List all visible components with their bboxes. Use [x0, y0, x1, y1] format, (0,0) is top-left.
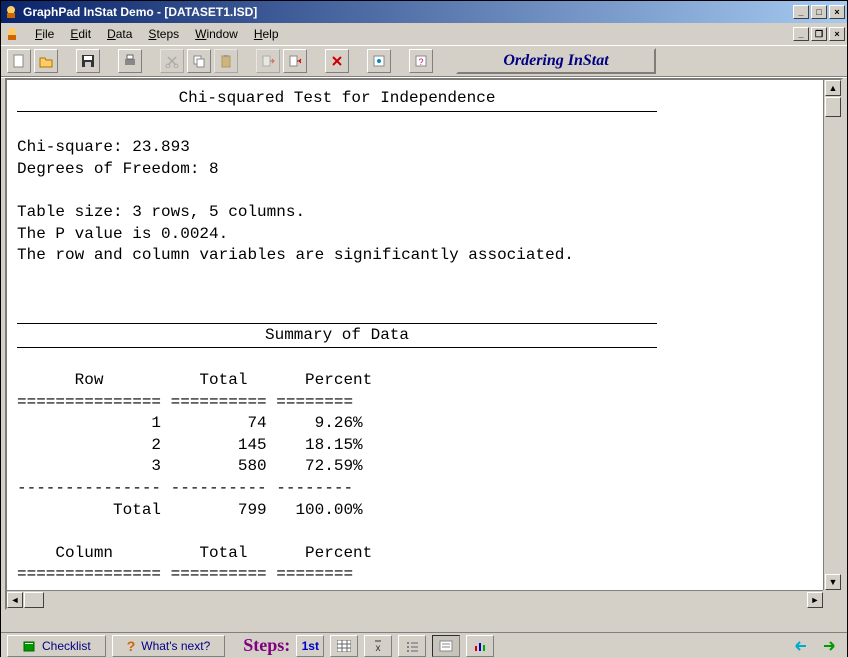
scroll-corner	[823, 590, 841, 608]
results-icon	[439, 640, 453, 652]
next-step-button[interactable]	[817, 636, 841, 656]
window-controls: _ □ ×	[793, 5, 845, 19]
list-icon	[405, 640, 419, 652]
menu-help[interactable]: Help	[246, 25, 287, 43]
new-button[interactable]	[7, 49, 31, 73]
scroll-down-button[interactable]: ▼	[825, 574, 841, 590]
results-pane: Chi-squared Test for Independence Chi-sq…	[5, 78, 843, 610]
association-line: The row and column variables are signifi…	[17, 246, 574, 264]
save-button[interactable]	[76, 49, 100, 73]
checklist-label: Checklist	[42, 639, 91, 653]
options-button[interactable]	[367, 49, 391, 73]
row-header: Row Total Percent	[17, 371, 372, 389]
scroll-thumb-h[interactable]	[24, 592, 44, 608]
row-rule-mid: --------------- ---------- --------	[17, 479, 353, 497]
import-button[interactable]	[256, 49, 280, 73]
app-icon	[3, 4, 19, 20]
arrow-right-icon	[820, 639, 838, 653]
mdi-restore-button[interactable]: ❐	[811, 27, 827, 41]
section-title-summary: Summary of Data	[17, 323, 657, 349]
mdi-minimize-button[interactable]: _	[793, 27, 809, 41]
vertical-scrollbar[interactable]: ▲ ▼	[823, 80, 841, 590]
row-rule-top: =============== ========== ========	[17, 393, 353, 411]
question-icon: ?	[127, 638, 136, 654]
mdi-close-button[interactable]: ×	[829, 27, 845, 41]
col-header: Column Total Percent	[17, 544, 372, 562]
mdi-controls: _ ❐ ×	[793, 27, 845, 41]
svg-text:x: x	[376, 643, 381, 652]
grid-icon	[337, 640, 351, 652]
window-title: GraphPad InStat Demo - [DATASET1.ISD]	[23, 5, 793, 19]
section-title-chi: Chi-squared Test for Independence	[17, 88, 657, 112]
col-rule: =============== ========== ========	[17, 565, 353, 583]
delete-button[interactable]	[325, 49, 349, 73]
row-data-2: 2 145 18.15%	[17, 436, 363, 454]
horizontal-scrollbar[interactable]: ◄ ►	[7, 590, 823, 608]
steps-label: Steps:	[243, 635, 290, 656]
checklist-button[interactable]: Checklist	[7, 635, 106, 657]
export-button[interactable]	[283, 49, 307, 73]
scroll-right-button[interactable]: ►	[807, 592, 823, 608]
copy-button[interactable]	[187, 49, 211, 73]
menu-window[interactable]: Window	[187, 25, 246, 43]
nav-arrows	[789, 636, 841, 656]
whats-next-label: What's next?	[141, 639, 210, 653]
content-wrap: Chi-squared Test for Independence Chi-sq…	[1, 77, 847, 632]
dof-value: Degrees of Freedom: 8	[17, 160, 219, 178]
doc-icon	[3, 25, 21, 43]
open-button[interactable]	[34, 49, 58, 73]
chart-icon	[473, 640, 487, 652]
maximize-button[interactable]: □	[811, 5, 827, 19]
svg-text:?: ?	[418, 57, 423, 67]
title-bar: GraphPad InStat Demo - [DATASET1.ISD] _ …	[1, 1, 847, 23]
menu-steps[interactable]: Steps	[140, 25, 187, 43]
step-1st-button[interactable]: 1st	[296, 635, 324, 657]
toolbar: ? Ordering InStat	[1, 45, 847, 77]
pvalue-line: The P value is 0.0024.	[17, 225, 228, 243]
scroll-up-button[interactable]: ▲	[825, 80, 841, 96]
paste-button[interactable]	[214, 49, 238, 73]
ordering-instat-button[interactable]: Ordering InStat	[456, 48, 656, 74]
menu-file[interactable]: File	[27, 25, 62, 43]
cut-button[interactable]	[160, 49, 184, 73]
bottom-bar: Checklist ? What's next? Steps: 1st x	[1, 632, 847, 658]
book-icon	[22, 639, 36, 653]
step-results-button[interactable]	[432, 635, 460, 657]
prev-step-button[interactable]	[789, 636, 813, 656]
menu-data[interactable]: Data	[99, 25, 140, 43]
table-size-line: Table size: 3 rows, 5 columns.	[17, 203, 305, 221]
whats-next-button[interactable]: ? What's next?	[112, 635, 226, 657]
step-list-button[interactable]	[398, 635, 426, 657]
row-data-1: 1 74 9.26%	[17, 414, 363, 432]
arrow-left-icon	[792, 639, 810, 653]
print-button[interactable]	[118, 49, 142, 73]
results-text: Chi-squared Test for Independence Chi-sq…	[7, 80, 815, 588]
step-graph-button[interactable]	[466, 635, 494, 657]
scroll-left-button[interactable]: ◄	[7, 592, 23, 608]
help-button[interactable]: ?	[409, 49, 433, 73]
step-data-button[interactable]	[330, 635, 358, 657]
scroll-thumb-v[interactable]	[825, 97, 841, 117]
chi-square-value: Chi-square: 23.893	[17, 138, 190, 156]
step-stats-button[interactable]: x	[364, 635, 392, 657]
xbar-icon: x	[371, 640, 385, 652]
row-data-3: 3 580 72.59%	[17, 457, 363, 475]
row-total: Total 799 100.00%	[17, 501, 363, 519]
close-button[interactable]: ×	[829, 5, 845, 19]
minimize-button[interactable]: _	[793, 5, 809, 19]
menu-bar: File Edit Data Steps Window Help _ ❐ ×	[1, 23, 847, 45]
menu-edit[interactable]: Edit	[62, 25, 99, 43]
